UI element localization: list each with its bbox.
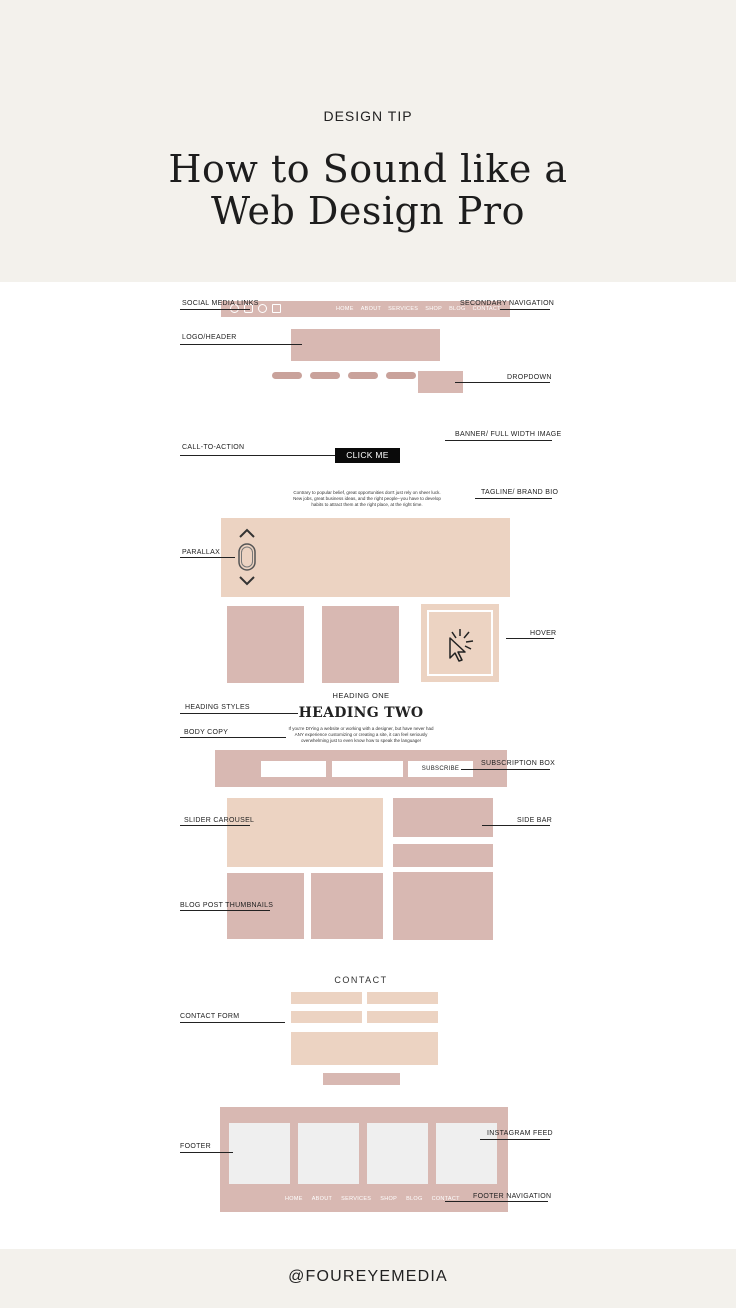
leader-line [506, 638, 554, 639]
instagram-tile[interactable] [229, 1123, 290, 1184]
nav-item-services[interactable]: SERVICES [388, 306, 418, 312]
contact-field[interactable] [367, 1011, 438, 1023]
menu-pill[interactable] [386, 372, 416, 379]
contact-heading: CONTACT [334, 975, 388, 985]
leader-line [180, 825, 250, 826]
leader-line [180, 713, 298, 714]
leader-line [180, 309, 250, 310]
label-instagram-feed: INSTAGRAM FEED [487, 1130, 553, 1137]
body-text: If you're DIYing a website or working wi… [288, 726, 434, 743]
chevron-up-icon [239, 528, 255, 538]
label-secondary-navigation: SECONDARY NAVIGATION [460, 300, 555, 307]
cursor-click-icon [449, 629, 474, 662]
label-slider-carousel: SLIDER CAROUSEL [184, 817, 255, 824]
leader-line [475, 498, 552, 499]
brand-handle: @FOUREYEMEDIA [288, 1268, 448, 1285]
contact-submit[interactable] [323, 1073, 400, 1085]
title-line-2: Web Design Pro [211, 189, 525, 233]
logo-header-block [291, 329, 440, 361]
menu-pill[interactable] [310, 372, 340, 379]
instagram-tile[interactable] [367, 1123, 428, 1184]
title-line-1: How to Sound like a [168, 147, 568, 191]
sidebar-block [393, 872, 493, 940]
leader-line [180, 910, 270, 911]
label-tagline: TAGLINE/ BRAND BIO [481, 489, 559, 496]
leader-line [480, 1139, 550, 1140]
label-logo-header: LOGO/HEADER [182, 334, 237, 341]
image-tile[interactable] [227, 606, 304, 683]
footer-nav: HOME ABOUT SERVICES SHOP BLOG CONTACT [285, 1196, 460, 1202]
leader-line [461, 769, 550, 770]
sidebar-block [393, 844, 493, 867]
leader-line [180, 737, 286, 738]
heading-two: HEADING TWO [298, 705, 424, 721]
label-call-to-action: CALL-TO-ACTION [182, 444, 245, 451]
chevron-down-icon [239, 576, 255, 586]
leader-line [180, 557, 235, 558]
leader-line [500, 309, 550, 310]
pinterest-icon[interactable] [258, 304, 267, 313]
cta-button[interactable]: CLICK ME [335, 448, 400, 463]
leader-line [180, 344, 302, 345]
instagram-tile[interactable] [298, 1123, 359, 1184]
footer-nav-shop[interactable]: SHOP [380, 1196, 397, 1202]
leader-line [455, 382, 550, 383]
nav-item-home[interactable]: HOME [336, 306, 354, 312]
label-side-bar: SIDE BAR [517, 817, 553, 824]
label-banner: BANNER/ FULL WIDTH IMAGE [455, 431, 562, 438]
leader-line [445, 440, 552, 441]
label-footer-navigation: FOOTER NAVIGATION [473, 1193, 552, 1200]
heading-one: HEADING ONE [332, 691, 390, 700]
footer-nav-blog[interactable]: BLOG [406, 1196, 422, 1202]
menu-pill[interactable] [272, 372, 302, 379]
name-input[interactable] [261, 761, 326, 777]
sidebar-block [393, 798, 493, 837]
label-parallax: PARALLAX [182, 549, 221, 556]
footer-nav-about[interactable]: ABOUT [312, 1196, 332, 1202]
leader-line [180, 1022, 285, 1023]
leader-line [482, 825, 550, 826]
contact-field[interactable] [367, 992, 438, 1004]
kicker: DESIGN TIP [323, 108, 413, 124]
label-heading-styles: HEADING STYLES [185, 704, 250, 711]
label-subscription-box: SUBSCRIPTION BOX [481, 760, 556, 767]
tagline-text: Contrary to popular belief, great opport… [293, 490, 441, 507]
header-band [0, 0, 736, 282]
label-contact-form: CONTACT FORM [180, 1013, 240, 1020]
contact-field[interactable] [291, 1011, 362, 1023]
label-social-media-links: SOCIAL MEDIA LINKS [182, 300, 259, 307]
leader-line [180, 455, 340, 456]
main-menu [272, 372, 416, 379]
leader-line [445, 1201, 548, 1202]
parallax-block [221, 518, 510, 597]
label-dropdown: DROPDOWN [507, 374, 552, 381]
leader-line [180, 1152, 233, 1153]
image-tile[interactable] [322, 606, 399, 683]
footer-nav-services[interactable]: SERVICES [341, 1196, 371, 1202]
blog-thumbnail[interactable] [311, 873, 383, 939]
contact-message[interactable] [291, 1032, 438, 1065]
mouse-inner-icon [241, 546, 253, 568]
page-title: How to Sound like a Web Design Pro [0, 148, 736, 232]
label-blog-post-thumbnails: BLOG POST THUMBNAILS [180, 902, 274, 909]
label-hover: HOVER [530, 630, 557, 637]
nav-item-about[interactable]: ABOUT [361, 306, 381, 312]
tiktok-icon[interactable] [272, 304, 281, 313]
scroll-icon [238, 528, 256, 586]
slider-carousel[interactable] [227, 798, 383, 867]
label-footer: FOOTER [180, 1143, 211, 1150]
menu-pill[interactable] [348, 372, 378, 379]
footer-nav-home[interactable]: HOME [285, 1196, 303, 1202]
nav-item-shop[interactable]: SHOP [425, 306, 442, 312]
email-input[interactable] [332, 761, 403, 777]
contact-field[interactable] [291, 992, 362, 1004]
label-body-copy: BODY COPY [184, 729, 229, 736]
